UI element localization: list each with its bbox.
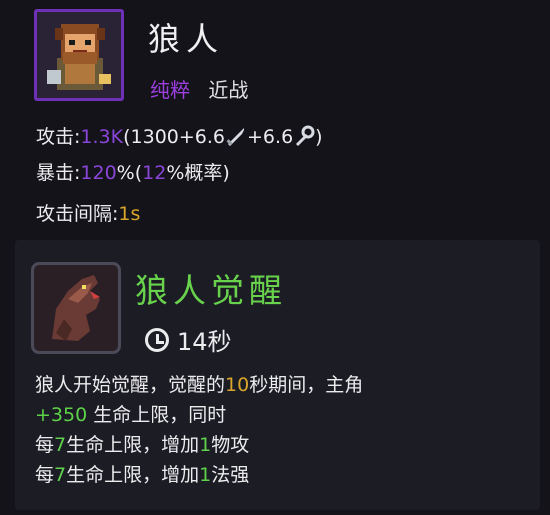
desc-hp-bonus: +350 <box>35 404 88 426</box>
rarity-tag: 纯粹 <box>150 78 190 102</box>
type-tag: 近战 <box>208 78 249 102</box>
crit-label: 暴击: <box>36 162 81 184</box>
crit-pct-open: %( <box>116 162 143 184</box>
desc-text: 狼人开始觉醒，觉醒的 <box>35 374 226 396</box>
attack-close-paren: ) <box>315 126 323 148</box>
desc-hp-per: 7 <box>54 464 67 486</box>
desc-text: 物攻 <box>211 434 250 456</box>
attack-stat: 攻击:1.3K(1300+6.6 +6.6) <box>36 122 323 149</box>
skill-icon-frame <box>31 262 121 354</box>
interval-label: 攻击间隔: <box>36 203 119 225</box>
attack-value: 1.3K <box>80 126 124 148</box>
cooldown-value: 14秒 <box>177 328 232 356</box>
werewolf-portrait-icon <box>39 14 119 96</box>
desc-gain: 1 <box>199 434 212 456</box>
desc-text: 生命上限，增加 <box>66 464 200 486</box>
skill-description: 狼人开始觉醒，觉醒的10秒期间，主角 +350 生命上限，同时 每7生命上限，增… <box>35 370 363 490</box>
hero-tags: 纯粹 近战 <box>150 74 248 103</box>
staff-icon <box>296 125 315 147</box>
attack-label: 攻击: <box>36 126 81 148</box>
hero-portrait <box>34 9 124 101</box>
crit-chance: 12 <box>142 162 167 184</box>
desc-line-4: 每7生命上限，增加1法强 <box>35 460 363 490</box>
desc-line-2: +350 生命上限，同时 <box>35 400 363 430</box>
clock-icon <box>145 327 169 352</box>
crit-stat: 暴击:120%(12%概率) <box>36 158 230 185</box>
desc-duration: 10 <box>225 374 250 396</box>
attack-open-paren: ( <box>123 126 131 148</box>
desc-text: 生命上限，同时 <box>87 404 227 426</box>
sword-icon <box>226 128 245 146</box>
desc-hp-per: 7 <box>54 434 67 456</box>
attack-bonus-magic: +6.6 <box>247 126 294 148</box>
attack-base: 1300 <box>130 126 179 148</box>
hero-tooltip-panel: 狼人 纯粹 近战 攻击:1.3K(1300+6.6 +6.6) 暴击:120%(1… <box>0 0 550 515</box>
desc-text: 每 <box>35 434 55 456</box>
skill-cooldown: 14秒 <box>145 322 232 357</box>
attack-interval-stat: 攻击间隔:1s <box>36 199 140 226</box>
attack-bonus-physical: +6.6 <box>178 126 226 148</box>
crit-value: 120 <box>80 162 117 184</box>
desc-gain: 1 <box>199 464 212 486</box>
desc-line-3: 每7生命上限，增加1物攻 <box>35 430 363 460</box>
howling-wolf-icon <box>38 269 116 349</box>
interval-value: 1s <box>118 203 141 225</box>
desc-text: 秒期间，主角 <box>249 374 364 396</box>
desc-text: 生命上限，增加 <box>66 434 200 456</box>
hero-name: 狼人 <box>148 20 225 58</box>
desc-line-1: 狼人开始觉醒，觉醒的10秒期间，主角 <box>35 370 363 400</box>
skill-card: 狼人觉醒 14秒 狼人开始觉醒，觉醒的10秒期间，主角 +350 生命上限，同时… <box>15 240 540 510</box>
desc-text: 法强 <box>211 464 250 486</box>
crit-chance-suffix: %概率) <box>166 162 230 184</box>
desc-text: 每 <box>35 464 55 486</box>
skill-name: 狼人觉醒 <box>135 271 287 310</box>
